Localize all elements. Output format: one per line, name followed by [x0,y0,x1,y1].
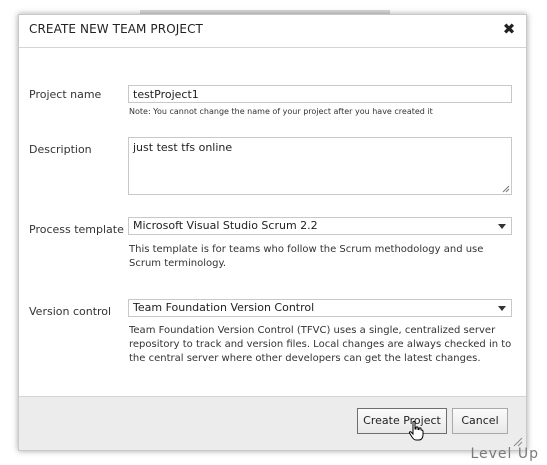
version-control-select[interactable]: Team Foundation Version Control [128,299,512,317]
process-template-select[interactable]: Microsoft Visual Studio Scrum 2.2 [128,217,512,235]
process-template-help: This template is for teams who follow th… [129,244,484,269]
version-control-value: Team Foundation Version Control [133,301,315,314]
resize-grip-icon[interactable] [502,185,510,193]
version-control-label: Version control [29,305,112,318]
process-template-value: Microsoft Visual Studio Scrum 2.2 [133,219,318,232]
description-label: Description [29,143,92,156]
project-name-input[interactable] [128,85,512,103]
version-control-help: Team Foundation Version Control (TFVC) u… [129,325,512,364]
watermark-text: Level Up [470,446,539,462]
dialog-title: CREATE NEW TEAM PROJECT [29,22,203,36]
chevron-down-icon [498,224,506,229]
project-name-label: Project name [29,88,102,101]
project-name-note: Note: You cannot change the name of your… [129,107,433,116]
dialog-footer: Create Project Cancel [19,396,526,450]
description-textarea[interactable]: just test tfs online [128,137,512,195]
dialog-titlebar: CREATE NEW TEAM PROJECT ✖ [19,15,526,48]
dialog-body: Project name Note: You cannot change the… [19,48,526,396]
process-template-label: Process template [29,223,124,236]
create-team-project-dialog: CREATE NEW TEAM PROJECT ✖ Project name N… [18,14,527,451]
description-value: just test tfs online [133,141,233,154]
hand-pointer-icon [408,421,424,441]
chevron-down-icon [498,306,506,311]
cancel-button[interactable]: Cancel [452,408,508,434]
close-icon[interactable]: ✖ [502,20,516,38]
create-project-button[interactable]: Create Project [357,408,447,434]
